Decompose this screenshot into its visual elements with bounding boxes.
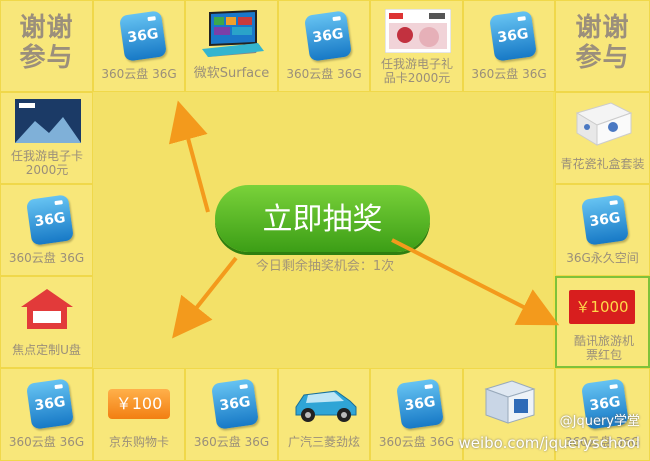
prize-label: 酷讯旅游机票红包 — [573, 334, 634, 362]
hard-drive-icon: 36G — [581, 194, 629, 246]
badge-text: 36G — [403, 393, 437, 415]
prize-cell-360-cloud-36g: 36G 360云盘 36G — [370, 368, 463, 461]
badge-text: 36G — [218, 393, 252, 415]
hard-drive-icon: 36G — [489, 10, 537, 62]
prize-label: 360云盘 36G — [8, 435, 85, 449]
prize-cell-mitsubishi-car: 广汽三菱劲炫 — [278, 368, 370, 461]
amount-text: ￥100 — [115, 394, 163, 413]
url-watermark: weibo.com/jqueryschool — [458, 434, 640, 452]
car-icon — [295, 390, 357, 422]
prize-cell-thanks-top-left: 谢谢参与 — [0, 0, 93, 92]
prize-cell-gift-card: 任我游电子礼品卡2000元 — [370, 0, 463, 92]
lottery-board: 谢谢参与 36G 360云盘 36G 微软Surface 36G 360云盘 3… — [0, 0, 650, 461]
product-box-icon — [484, 380, 536, 424]
draw-button[interactable]: 立即抽奖 — [215, 185, 430, 252]
prize-cell-360-cloud-36g: 36G 360云盘 36G — [278, 0, 370, 92]
thanks-text: 谢谢参与 — [575, 13, 630, 73]
prize-label: 青花瓷礼盒套装 — [560, 157, 645, 171]
hard-drive-icon: 36G — [211, 378, 259, 430]
prize-cell-porcelain-set: 青花瓷礼盒套装 — [555, 92, 650, 184]
porcelain-box-icon — [575, 102, 633, 146]
prize-cell-travel-card: 任我游电子卡2000元 — [0, 92, 93, 184]
badge-text: 36G — [33, 209, 67, 231]
prize-label: 360云盘 36G — [286, 67, 362, 81]
travel-card-icon — [15, 99, 81, 143]
prize-cell-flight-red-packet-selected: ￥1000 酷讯旅游机票红包 — [555, 276, 650, 368]
jd-card-icon: ￥100 — [108, 389, 170, 419]
weibo-watermark: @Jquery学堂 — [559, 414, 640, 429]
prize-label: 360云盘 36G — [378, 435, 455, 449]
prize-label: 36G永久空间 — [566, 251, 639, 265]
prize-label: 任我游电子礼品卡2000元 — [380, 57, 453, 85]
surface-tablet-icon — [202, 9, 264, 57]
gift-card-icon — [385, 9, 451, 53]
prize-cell-36g-permanent: 36G 36G永久空间 — [555, 184, 650, 276]
hard-drive-icon: 36G — [119, 10, 167, 62]
prize-label: 360云盘 36G — [8, 251, 85, 265]
prize-cell-360-cloud-36g: 36G 360云盘 36G — [185, 368, 278, 461]
prize-label: 任我游电子卡2000元 — [10, 149, 83, 177]
prize-label: 360云盘 36G — [471, 67, 547, 81]
badge-text: 36G — [311, 25, 345, 47]
prize-cell-360-cloud-36g: 36G 360云盘 36G — [93, 0, 185, 92]
prize-cell-360-cloud-36g: 36G 360云盘 36G — [463, 0, 555, 92]
prize-label: 360云盘 36G — [193, 435, 270, 449]
badge-text: 36G — [33, 393, 67, 415]
prize-cell-360-cloud-36g: 36G 360云盘 36G — [0, 184, 93, 276]
badge-text: 36G — [496, 25, 530, 47]
hard-drive-icon: 36G — [26, 378, 74, 430]
amount-text: ￥1000 — [575, 298, 629, 316]
prize-cell-360-cloud-36g: 36G 360云盘 36G — [0, 368, 93, 461]
house-logo-icon — [21, 289, 73, 329]
hard-drive-icon: 36G — [304, 10, 352, 62]
thanks-text: 谢谢参与 — [19, 13, 74, 73]
prize-cell-surface: 微软Surface — [185, 0, 278, 92]
prize-label: 广汽三菱劲炫 — [287, 435, 360, 449]
red-packet-icon: ￥1000 — [569, 290, 635, 324]
hard-drive-icon: 36G — [396, 378, 444, 430]
prize-label: 360云盘 36G — [101, 67, 177, 81]
prize-label: 微软Surface — [193, 66, 270, 81]
hard-drive-icon: 36G — [26, 194, 74, 246]
prize-label: 焦点定制U盘 — [12, 343, 81, 357]
badge-text: 36G — [588, 209, 622, 231]
prize-cell-jd-card: ￥100 京东购物卡 — [93, 368, 185, 461]
prize-cell-usb-drive: 焦点定制U盘 — [0, 276, 93, 368]
badge-text: 36G — [126, 25, 160, 47]
prize-cell-thanks-top-right: 谢谢参与 — [555, 0, 650, 92]
remaining-chances-text: 今日剩余抽奖机会：1次 — [255, 259, 395, 274]
prize-label: 京东购物卡 — [108, 435, 169, 449]
